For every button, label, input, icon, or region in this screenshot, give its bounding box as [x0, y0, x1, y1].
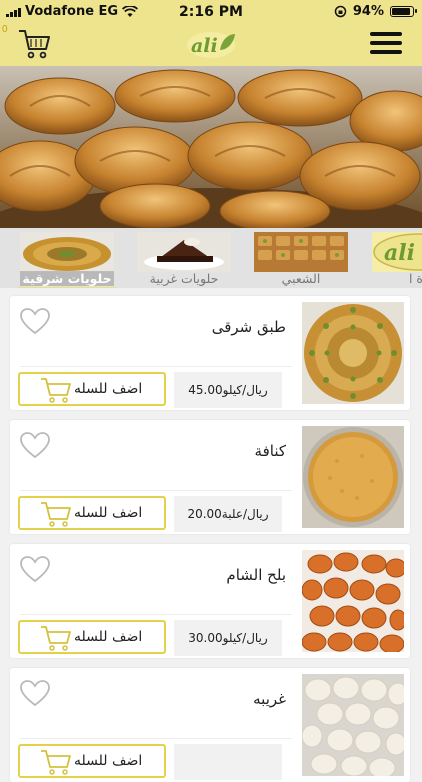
heart-icon[interactable]	[20, 680, 50, 708]
product-photo	[302, 302, 404, 404]
heart-icon[interactable]	[20, 432, 50, 460]
category-thumb-logo: ali	[372, 232, 422, 272]
product-card[interactable]: طبق شرقى اضف للسله 45.00ريال/كيلو	[10, 296, 410, 410]
category-label: حلويات شرقية	[20, 271, 114, 286]
divider	[20, 490, 292, 491]
add-to-cart-button[interactable]: اضف للسله	[18, 496, 166, 530]
thumb-logo-text: ali	[384, 240, 415, 266]
logo-text: ali	[191, 35, 218, 57]
category-thumb	[20, 232, 114, 272]
product-price	[174, 744, 282, 780]
add-to-cart-label: اضف للسله	[74, 629, 143, 645]
heart-icon[interactable]	[20, 556, 50, 584]
divider	[20, 614, 292, 615]
category-label: رة ا	[408, 271, 422, 286]
category-thumb	[254, 232, 348, 272]
divider	[20, 738, 292, 739]
category-label: حلويات غربية	[149, 271, 219, 286]
cart-icon[interactable]	[18, 28, 52, 60]
product-price: 30.00ريال/كيلو	[174, 620, 282, 656]
battery-percent: 94%	[352, 4, 384, 19]
cart-count-badge: 0	[2, 24, 8, 35]
hero-banner-image	[0, 66, 422, 228]
app-header: 0 ali	[0, 24, 422, 66]
product-list: طبق شرقى اضف للسله 45.00ريال/كيلو كنافة …	[0, 290, 422, 782]
status-right: 94%	[334, 4, 417, 19]
category-item-partial[interactable]: ali رة ا	[372, 230, 422, 286]
product-photo	[302, 550, 404, 652]
category-label: الشعبي	[281, 271, 321, 286]
category-item-western-sweets[interactable]: حلويات غربية	[137, 230, 231, 286]
product-photo	[302, 426, 404, 528]
cart-icon	[41, 378, 71, 403]
category-thumb	[137, 232, 231, 272]
heart-icon[interactable]	[20, 308, 50, 336]
product-card[interactable]: غريبه اضف للسله	[10, 668, 410, 782]
cart-icon	[41, 750, 71, 775]
product-price: 20.00ريال/علبة	[174, 496, 282, 532]
product-photo	[302, 674, 404, 776]
orientation-lock-icon	[334, 5, 347, 18]
divider	[20, 366, 292, 367]
add-to-cart-button[interactable]: اضف للسله	[18, 620, 166, 654]
battery-icon	[390, 6, 417, 17]
add-to-cart-label: اضف للسله	[74, 753, 143, 769]
product-card[interactable]: بلح الشام اضف للسله 30.00ريال/كيلو	[10, 544, 410, 658]
category-item-popular[interactable]: الشعبي	[254, 230, 348, 286]
category-carousel: حلويات شرقية حلويات غربية الشعبي ali ة ا	[0, 228, 422, 288]
cart-icon	[41, 502, 71, 527]
category-item-eastern-sweets[interactable]: حلويات شرقية	[18, 230, 116, 288]
product-name: كنافة	[254, 442, 286, 460]
product-name: بلح الشام	[226, 566, 286, 584]
app-logo: ali	[187, 32, 235, 58]
cart-icon	[41, 626, 71, 651]
product-price: 45.00ريال/كيلو	[174, 372, 282, 408]
add-to-cart-label: اضف للسله	[74, 505, 143, 521]
product-card[interactable]: كنافة اضف للسله 20.00ريال/علبة	[10, 420, 410, 534]
status-bar: Vodafone EG 2:16 PM 94%	[0, 0, 422, 24]
product-name: طبق شرقى	[211, 318, 286, 336]
add-to-cart-button[interactable]: اضف للسله	[18, 372, 166, 406]
product-name: غريبه	[253, 690, 286, 708]
menu-icon[interactable]	[370, 32, 402, 58]
add-to-cart-label: اضف للسله	[74, 381, 143, 397]
add-to-cart-button[interactable]: اضف للسله	[18, 744, 166, 778]
